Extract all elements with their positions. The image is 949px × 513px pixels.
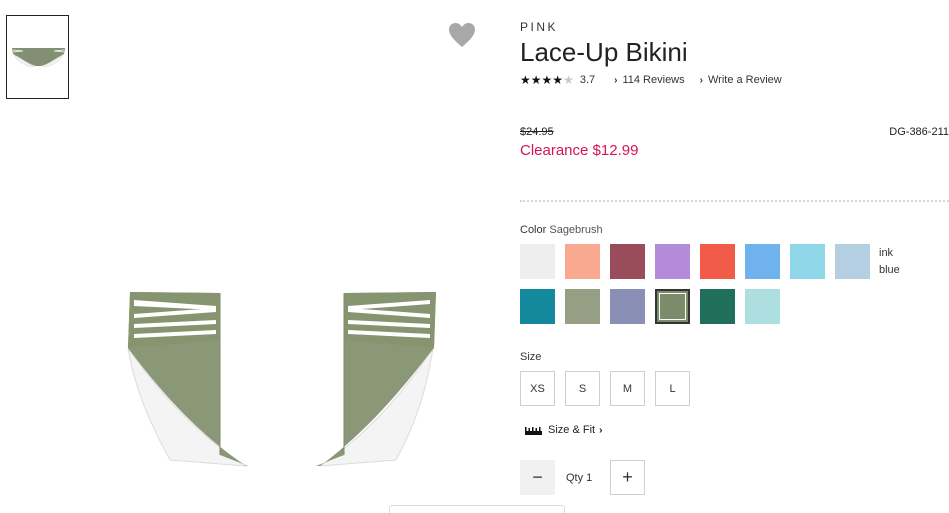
color-tooltip-line2: blue [879,264,900,276]
wishlist-heart-icon[interactable] [448,22,478,50]
product-thumbnail[interactable] [6,15,69,99]
color-swatch-red-tropical[interactable] [700,244,735,279]
product-title: Lace-Up Bikini [520,37,688,67]
reviews-link[interactable]: › 114 Reviews [614,74,685,86]
color-swatch-coral[interactable] [565,244,600,279]
write-review-link[interactable]: › Write a Review [700,74,782,86]
rating-value: 3.7 [579,74,596,86]
product-info: PINK Lace-Up Bikini ★ ★ ★ ★ ★ 3.7 › 114 Revi… [520,0,949,513]
selected-color-name: Sagebrush [549,224,603,236]
original-price: $24.95 [520,126,554,138]
size-fit-label: Size & Fit [548,424,596,436]
size-label: Size [520,351,542,363]
quantity-value: Qty 1 [566,472,593,484]
color-swatch-aqua[interactable] [745,289,780,324]
size-option-s[interactable]: S [565,371,600,406]
chevron-right-icon: › [699,74,703,86]
color-swatch-blue-watercolor[interactable] [745,244,780,279]
divider [520,200,949,202]
reviews-link-label: 114 Reviews [622,74,685,86]
color-swatch-sagebrush[interactable] [655,289,690,324]
color-label: Color Sagebrush [520,224,603,236]
star-filled-icon: ★ [530,73,542,87]
color-label-text: Color [520,224,547,236]
sale-price: Clearance $12.99 [520,142,639,159]
color-swatch-sage[interactable] [565,289,600,324]
color-tooltip-line1: ink [879,247,894,259]
color-swatch-ink-blue[interactable] [835,244,870,279]
star-filled-icon: ★ [541,73,553,87]
quantity-decrease-button[interactable]: − [520,460,555,495]
color-swatch-feather-print[interactable] [610,289,645,324]
rating-row: ★ ★ ★ ★ ★ 3.7 › 114 Reviews › Write a Review [520,73,782,87]
color-tooltip: ink blue [879,245,900,279]
color-swatch-purple-floral[interactable] [655,244,690,279]
color-swatch-teal[interactable] [520,289,555,324]
ruler-icon [525,426,542,435]
size-option-l[interactable]: L [655,371,690,406]
star-empty-icon: ★ [563,73,574,87]
size-option-m[interactable]: M [610,371,645,406]
star-filled-icon: ★ [520,73,531,87]
product-sku: DG-386-211 [889,126,949,138]
size-fit-link[interactable]: Size & Fit › [525,424,602,436]
main-product-image [120,280,450,470]
color-swatch-green-palm[interactable] [700,289,735,324]
star-filled-icon: ★ [552,73,564,87]
add-to-bag-button-partial[interactable] [389,505,565,513]
color-swatch-plum[interactable] [610,244,645,279]
size-option-xs[interactable]: XS [520,371,555,406]
chevron-right-icon: › [614,74,618,86]
quantity-increase-button[interactable]: + [610,460,645,495]
write-review-label: Write a Review [707,74,782,86]
thumbnail-bikini-image [12,48,65,68]
brand-name: PINK [520,20,559,34]
color-swatch-white-marble[interactable] [520,244,555,279]
chevron-right-icon: › [599,424,603,436]
rating-stars: ★ ★ ★ ★ ★ [520,73,574,87]
color-swatch-tie-dye[interactable] [790,244,825,279]
